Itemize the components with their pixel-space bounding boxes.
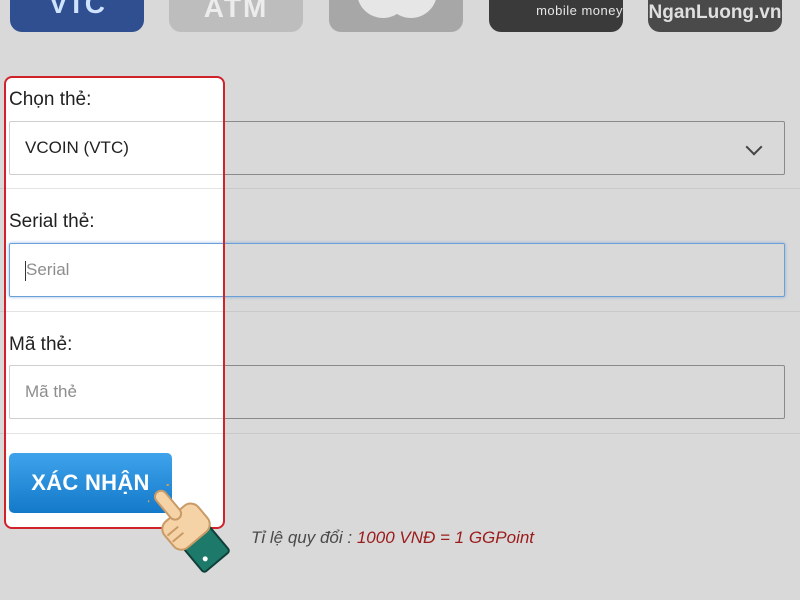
momo-logo-subtitle: mobile money [536,3,623,18]
divider [6,433,223,434]
exchange-rate-value: 1000 VNĐ = 1 GGPoint [356,528,535,547]
payment-logo-vtc[interactable]: VTC [10,0,144,32]
vtc-logo-text: VTC [49,0,105,19]
payment-logo-atm[interactable]: ATM [169,0,303,32]
chevron-down-icon [745,138,763,156]
exchange-rate-note: Tỉ lệ quy đổi : 1000 VNĐ = 1 GGPoint [251,528,534,548]
payment-methods: VTC ATM MO mobile money NganLuong.vn [0,0,800,36]
atm-logo-text: ATM [203,0,269,23]
payment-logo-momo[interactable]: MO mobile money [489,0,623,32]
code-placeholder: Mã thẻ [25,382,77,401]
card-type-label: Chọn thẻ: [9,89,92,110]
payment-logo-nganluong[interactable]: NganLuong.vn [648,0,782,32]
exchange-rate-label: Tỉ lệ quy đổi : [251,528,353,547]
nganluong-logo-text: NganLuong.vn [648,2,782,23]
card-type-select[interactable]: VCOIN (VTC) [9,121,223,175]
pointing-hand-icon [148,484,230,573]
serial-input[interactable]: Serial [9,243,223,297]
payment-logo-mastercard[interactable] [329,0,463,32]
code-input[interactable]: Mã thẻ [9,365,223,419]
divider [6,188,223,189]
serial-label: Serial thẻ: [9,211,95,232]
serial-placeholder: Serial [26,260,70,279]
card-type-value: VCOIN (VTC) [25,138,129,157]
divider [6,311,223,312]
card-form-highlight: Chọn thẻ: VCOIN (VTC) Serial thẻ: Serial… [4,76,225,529]
code-label: Mã thẻ: [9,334,73,355]
